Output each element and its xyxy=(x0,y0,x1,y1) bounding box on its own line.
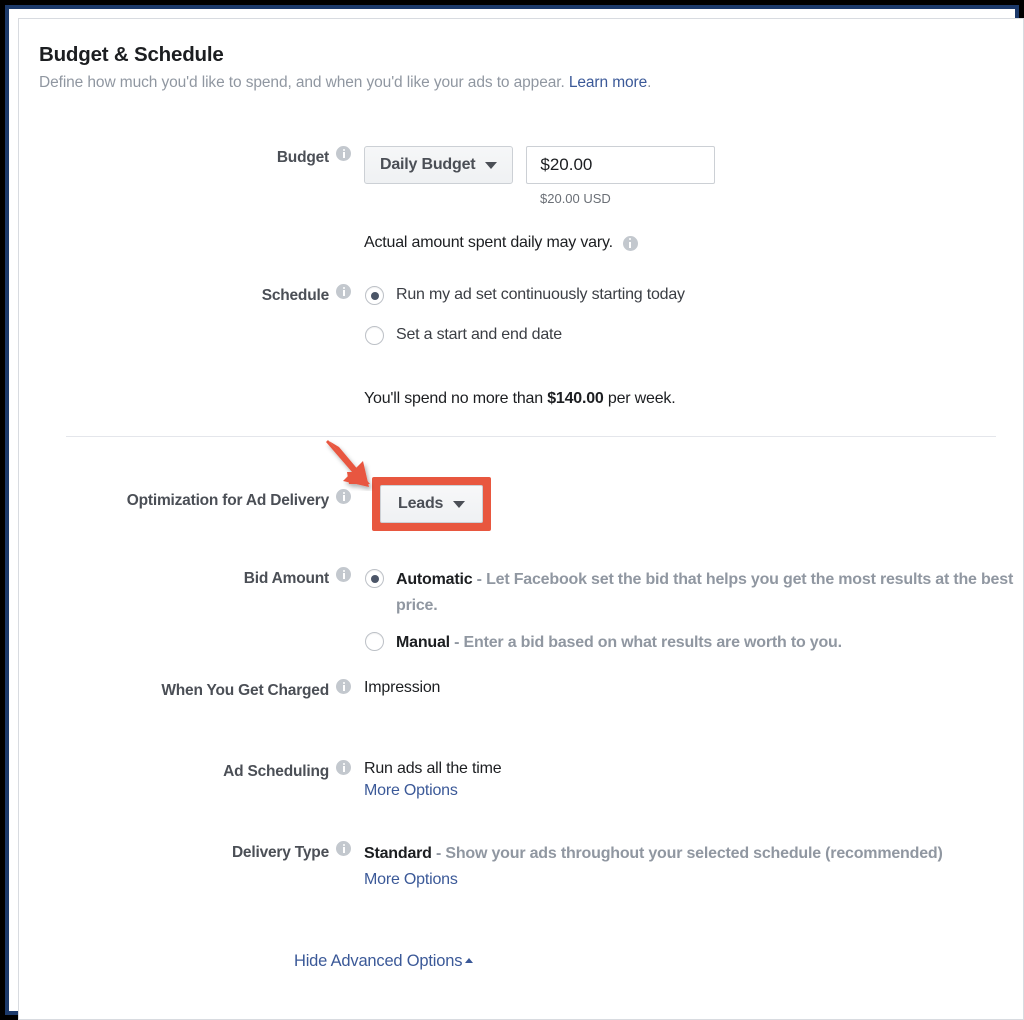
page-subtitle-text: Define how much you'd like to spend, and… xyxy=(39,74,565,91)
delivery-type-info-icon[interactable] xyxy=(336,841,351,856)
optimization-row: Optimization for Ad Delivery xyxy=(31,489,351,510)
page-title: Budget & Schedule xyxy=(39,43,224,66)
weekly-spend-prefix: You'll spend no more than xyxy=(364,390,548,407)
weekly-spend-note-row: You'll spend no more than $140.00 per we… xyxy=(364,390,676,408)
hide-advanced-options-label: Hide Advanced Options xyxy=(294,952,463,970)
bid-amount-label: Bid Amount xyxy=(243,570,329,587)
budget-type-value: Daily Budget xyxy=(380,156,476,173)
when-charged-info-icon[interactable] xyxy=(336,679,351,694)
schedule-label: Schedule xyxy=(261,287,330,304)
bid-amount-label-cell: Bid Amount xyxy=(31,567,351,588)
bid-amount-row: Bid Amount Automatic - Let Facebook set … xyxy=(31,567,1016,667)
budget-vary-note: Actual amount spent daily may vary. xyxy=(364,234,613,251)
budget-currency-note: $20.00 USD xyxy=(540,191,611,206)
bid-option-automatic-description: Let Facebook set the bid that helps you … xyxy=(396,571,1014,614)
schedule-option-date-range[interactable]: Set a start and end date xyxy=(365,324,685,346)
radio-automatic[interactable] xyxy=(365,569,384,588)
delivery-type-separator: - xyxy=(431,845,446,862)
optimization-dropdown[interactable]: Leads xyxy=(380,485,484,523)
delivery-type-row: Delivery Type Standard - Show your ads t… xyxy=(31,841,943,889)
delivery-type-name: Standard xyxy=(364,845,432,862)
delivery-type-more-options-link[interactable]: More Options xyxy=(364,871,943,889)
budget-schedule-panel: Budget & Schedule Define how much you'd … xyxy=(18,18,1024,1020)
bid-option-manual-name: Manual xyxy=(396,634,450,651)
schedule-label-cell: Schedule xyxy=(31,284,351,305)
budget-amount-input[interactable]: $20.00 xyxy=(526,146,716,184)
bid-option-manual[interactable]: Manual - Enter a bid based on what resul… xyxy=(365,630,1016,656)
budget-controls: Daily Budget $20.00 xyxy=(364,146,716,184)
chevron-down-icon xyxy=(453,500,466,508)
chevron-up-icon xyxy=(465,958,474,963)
weekly-spend-suffix: per week. xyxy=(603,390,676,407)
bid-option-automatic-separator: - xyxy=(472,571,487,588)
budget-vary-note-row: Actual amount spent daily may vary. xyxy=(364,234,638,252)
hide-advanced-options-link[interactable]: Hide Advanced Options xyxy=(294,952,474,971)
optimization-label-cell: Optimization for Ad Delivery xyxy=(31,489,351,510)
ad-scheduling-more-options-link[interactable]: More Options xyxy=(364,782,501,800)
delivery-type-value-cell: Standard - Show your ads throughout your… xyxy=(364,841,943,889)
section-divider xyxy=(66,436,996,437)
when-charged-label: When You Get Charged xyxy=(161,682,329,699)
schedule-option-date-range-label: Set a start and end date xyxy=(396,326,562,343)
budget-label-cell: Budget xyxy=(31,146,351,167)
delivery-type-description: Standard - Show your ads throughout your… xyxy=(364,841,943,867)
budget-label: Budget xyxy=(276,149,329,166)
radio-manual[interactable] xyxy=(365,632,384,651)
weekly-spend-note: You'll spend no more than $140.00 per we… xyxy=(364,390,676,408)
when-charged-value-cell: Impression xyxy=(364,679,440,697)
delivery-type-label: Delivery Type xyxy=(231,844,329,861)
budget-amount-value: $20.00 xyxy=(540,155,593,174)
bid-option-manual-separator: - xyxy=(449,634,464,651)
budget-row: Budget Daily Budget $20.00 $20.00 USD xyxy=(31,146,716,206)
learn-more-link[interactable]: Learn more xyxy=(569,74,647,91)
radio-continuous[interactable] xyxy=(365,286,384,305)
ad-scheduling-info-icon[interactable] xyxy=(336,760,351,775)
when-charged-value: Impression xyxy=(364,679,441,696)
screenshot-root: Budget & Schedule Define how much you'd … xyxy=(0,0,1024,1020)
budget-type-dropdown[interactable]: Daily Budget xyxy=(364,146,514,184)
schedule-info-icon[interactable] xyxy=(336,284,351,299)
budget-fields: Daily Budget $20.00 $20.00 USD xyxy=(364,146,716,206)
radio-date-range[interactable] xyxy=(365,326,384,345)
bid-amount-info-icon[interactable] xyxy=(336,567,351,582)
schedule-row: Schedule Run my ad set continuously star… xyxy=(31,284,685,357)
schedule-option-continuous-label: Run my ad set continuously starting toda… xyxy=(396,286,685,303)
delivery-type-description-text: Show your ads throughout your selected s… xyxy=(445,845,943,862)
navy-frame-border: Budget & Schedule Define how much you'd … xyxy=(5,5,1024,1020)
bid-option-automatic[interactable]: Automatic - Let Facebook set the bid tha… xyxy=(365,567,1016,619)
optimization-info-icon[interactable] xyxy=(336,489,351,504)
when-charged-row: When You Get Charged Impression xyxy=(31,679,440,700)
schedule-options: Run my ad set continuously starting toda… xyxy=(365,284,685,357)
ad-scheduling-value-cell: Run ads all the time More Options xyxy=(364,760,502,800)
page-subtitle-period: . xyxy=(647,74,652,91)
delivery-type-label-cell: Delivery Type xyxy=(31,841,351,862)
bid-option-automatic-name: Automatic xyxy=(396,571,473,588)
budget-vary-info-icon[interactable] xyxy=(622,235,638,251)
ad-scheduling-label: Ad Scheduling xyxy=(223,763,329,780)
optimization-value: Leads xyxy=(398,495,444,512)
chevron-down-icon xyxy=(485,161,498,169)
budget-info-icon[interactable] xyxy=(336,146,351,161)
panel-header: Budget & Schedule Define how much you'd … xyxy=(39,43,651,92)
weekly-spend-amount: $140.00 xyxy=(547,390,604,407)
bid-option-manual-description: Enter a bid based on what results are wo… xyxy=(463,634,843,651)
page-subtitle: Define how much you'd like to spend, and… xyxy=(39,74,651,92)
ad-scheduling-row: Ad Scheduling Run ads all the time More … xyxy=(31,760,502,800)
bid-amount-options: Automatic - Let Facebook set the bid tha… xyxy=(365,567,1016,667)
bid-option-automatic-label: Automatic - Let Facebook set the bid tha… xyxy=(396,567,1016,619)
ad-scheduling-value: Run ads all the time xyxy=(364,760,502,777)
optimization-highlight-box: Leads xyxy=(372,477,492,531)
schedule-option-continuous[interactable]: Run my ad set continuously starting toda… xyxy=(365,284,685,306)
optimization-label: Optimization for Ad Delivery xyxy=(126,492,329,509)
ad-scheduling-label-cell: Ad Scheduling xyxy=(31,760,351,781)
bid-option-manual-label: Manual - Enter a bid based on what resul… xyxy=(396,630,842,656)
when-charged-label-cell: When You Get Charged xyxy=(31,679,351,700)
